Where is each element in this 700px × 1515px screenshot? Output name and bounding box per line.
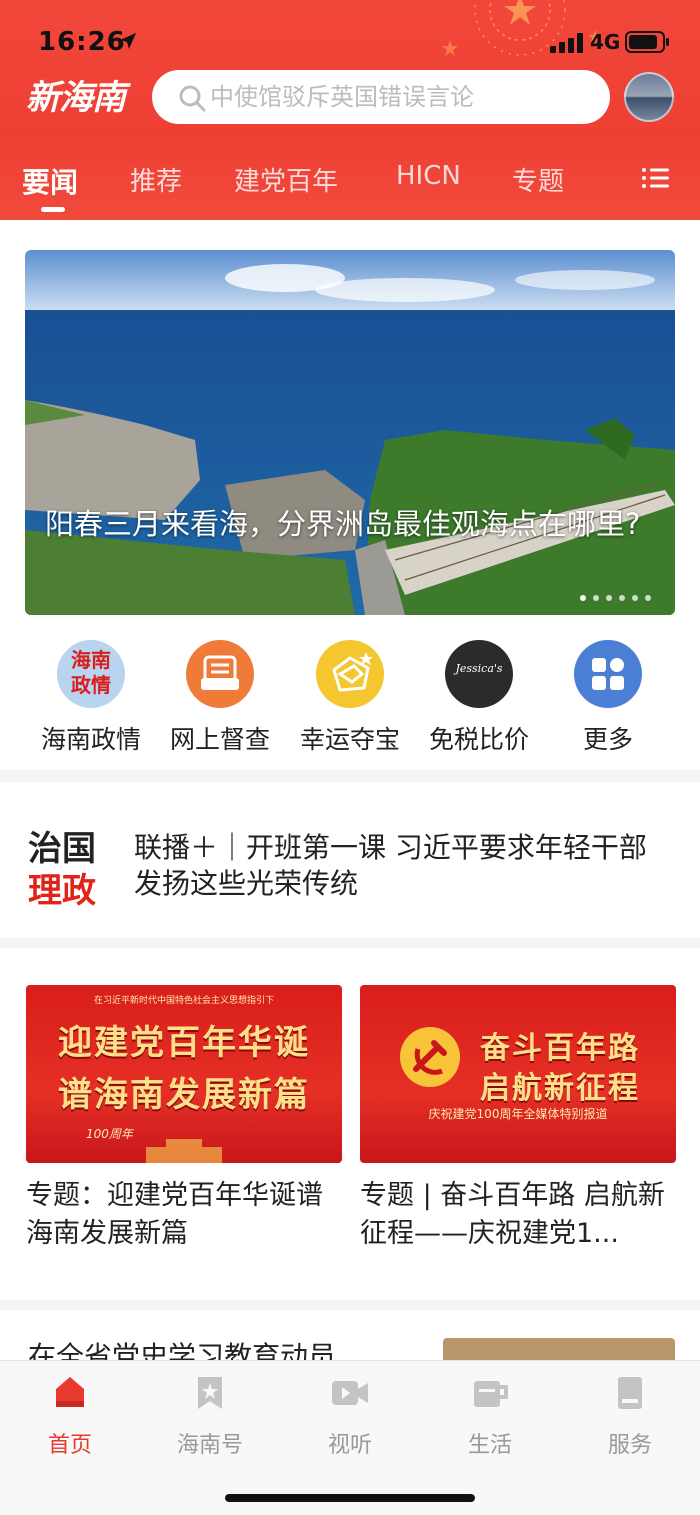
- service-book-icon: [618, 1377, 642, 1409]
- party-emblem-icon: [400, 1027, 460, 1087]
- home-indicator[interactable]: [225, 1494, 475, 1502]
- hainan-politics-icon: 海南政情: [57, 640, 125, 708]
- tab-party-centenary[interactable]: 建党百年: [234, 161, 338, 198]
- special-image: 在习近平新时代中国特色社会主义思想指引下 迎建党百年华诞 谱海南发展新篇 100…: [26, 985, 342, 1163]
- search-icon: [179, 85, 206, 112]
- special-title: 专题 | 奋斗百年路 启航新征程——庆祝建党1...: [360, 1180, 665, 1249]
- quick-online-inspection[interactable]: 网上督查: [155, 640, 285, 756]
- special-image-caption: 在习近平新时代中国特色社会主义思想指引下: [93, 996, 274, 1006]
- quick-label: 海南政情: [40, 725, 141, 754]
- banner-dot: [619, 595, 625, 601]
- bottom-tab-bar: 首页 海南号 视听 生活 服务: [0, 1360, 700, 1515]
- banner-title[interactable]: 阳春三月来看海，分界洲岛最佳观海点在哪里?: [45, 502, 645, 546]
- special-image: 奋斗百年路 启航新征程 庆祝建党100周年全媒体特别报道: [360, 985, 676, 1163]
- status-time: 16:26: [38, 27, 126, 57]
- governance-logo-line1: 治国: [28, 829, 96, 869]
- quick-more[interactable]: 更多: [543, 640, 673, 756]
- featured-banner[interactable]: 阳春三月来看海，分界洲岛最佳观海点在哪里?: [25, 250, 675, 615]
- bookmark-star-icon: [198, 1377, 222, 1409]
- channel-tabs: 要闻 推荐 建党百年 HICN 专题: [0, 155, 700, 215]
- quick-label: 免税比价: [428, 725, 529, 754]
- banner-dot: [580, 595, 586, 601]
- governance-logo-line2: 理政: [28, 871, 96, 911]
- special-card[interactable]: 奋斗百年路 启航新征程 庆祝建党100周年全媒体特别报道 专题 | 奋斗百年路 …: [360, 985, 676, 1253]
- cup-icon: [474, 1381, 508, 1407]
- tabbar-service[interactable]: 服务: [580, 1373, 680, 1459]
- governance-headline[interactable]: 联播＋｜开班第一课 习近平要求年轻干部发扬这些光荣传统: [134, 830, 674, 902]
- quick-duty-free-compare[interactable]: Jessica's 免税比价: [414, 640, 544, 756]
- governance-logo: 治国 理政: [28, 828, 96, 912]
- network-type: 4G: [590, 30, 621, 54]
- user-avatar[interactable]: [624, 72, 674, 122]
- hainan-politics-icon-text: 海南政情: [71, 648, 111, 697]
- search-input[interactable]: [210, 70, 590, 124]
- tabbar-label: 视听: [327, 1433, 372, 1458]
- gate-silhouette-icon: [146, 1139, 222, 1163]
- special-title: 专题：迎建党百年华诞谱海南发展新篇: [26, 1180, 323, 1249]
- special-image-subtitle: 庆祝建党100周年全媒体特别报道: [428, 1107, 608, 1121]
- active-tab-indicator: [41, 207, 65, 212]
- online-inspection-icon: [186, 640, 254, 708]
- tabbar-label: 生活: [467, 1433, 512, 1458]
- tab-recommend[interactable]: 推荐: [130, 161, 182, 198]
- quick-entry-row: 海南政情 海南政情 网上督查 幸运夺宝 Jessica's 免税比价 更多: [0, 630, 700, 760]
- location-arrow-icon: [120, 33, 136, 49]
- duty-free-compare-icon: Jessica's: [445, 640, 513, 708]
- banner-pagination: [580, 595, 651, 601]
- tabbar-life[interactable]: 生活: [440, 1373, 540, 1459]
- section-divider: [0, 938, 700, 948]
- special-card[interactable]: 在习近平新时代中国特色社会主义思想指引下 迎建党百年华诞 谱海南发展新篇 100…: [26, 985, 342, 1253]
- duty-free-icon-text: Jessica's: [455, 662, 503, 675]
- banner-dot: [606, 595, 612, 601]
- quick-lucky-treasure[interactable]: 幸运夺宝: [285, 640, 415, 756]
- tabbar-label: 海南号: [176, 1433, 243, 1458]
- signal-icon: [550, 33, 583, 53]
- section-divider: [0, 1300, 700, 1310]
- banner-image: [25, 250, 675, 615]
- status-bar: 16:26 4G: [0, 0, 700, 80]
- app-header: 16:26 4G 新海南 中使馆驳斥英国错误言论 要闻 推荐 建党百年 HICN…: [0, 0, 700, 220]
- banner-dot: [632, 595, 638, 601]
- video-icon: [332, 1381, 368, 1405]
- quick-label: 幸运夺宝: [299, 725, 400, 754]
- quick-label: 更多: [582, 725, 633, 754]
- more-grid-icon: [574, 640, 642, 708]
- tabbar-hainan-hao[interactable]: 海南号: [160, 1373, 260, 1459]
- menu-icon[interactable]: [641, 166, 669, 190]
- quick-label: 网上督查: [169, 725, 270, 754]
- tab-hicn[interactable]: HICN: [396, 161, 461, 191]
- section-divider: [0, 770, 700, 782]
- tab-special[interactable]: 专题: [512, 161, 564, 198]
- quick-hainan-politics[interactable]: 海南政情 海南政情: [26, 640, 156, 756]
- app-screen: 16:26 4G 新海南 中使馆驳斥英国错误言论 要闻 推荐 建党百年 HICN…: [0, 0, 700, 1515]
- home-icon: [56, 1377, 84, 1407]
- special-image-line2: 启航新征程: [480, 1071, 640, 1106]
- tabbar-label: 服务: [607, 1433, 652, 1458]
- tabbar-home[interactable]: 首页: [20, 1373, 120, 1459]
- app-logo[interactable]: 新海南: [26, 70, 126, 120]
- search-bar[interactable]: [152, 70, 610, 124]
- special-image-line1: 迎建党百年华诞: [58, 1023, 310, 1063]
- banner-dot: [645, 595, 651, 601]
- battery-icon: [625, 31, 669, 53]
- tabbar-video[interactable]: 视听: [300, 1373, 400, 1459]
- banner-dot: [593, 595, 599, 601]
- lucky-treasure-icon: [316, 640, 384, 708]
- special-image-line2: 谱海南发展新篇: [58, 1075, 310, 1115]
- special-image-line1: 奋斗百年路: [480, 1031, 640, 1066]
- tabbar-label: 首页: [47, 1433, 92, 1458]
- tab-headlines[interactable]: 要闻: [22, 161, 78, 201]
